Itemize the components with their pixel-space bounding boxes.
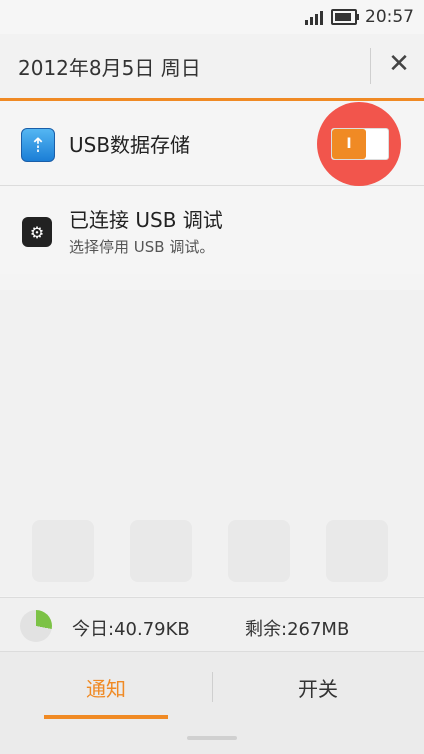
close-button[interactable]: ✕	[384, 44, 414, 84]
data-usage-pie	[20, 610, 52, 642]
background-ghost-icon	[130, 520, 192, 582]
usb-debug-title: 已连接 USB 调试	[69, 208, 223, 232]
drag-handle[interactable]	[187, 736, 237, 740]
status-bar: 20:57	[0, 0, 424, 34]
background-ghost-icon	[228, 520, 290, 582]
toggle-knob: I	[332, 129, 366, 159]
usb-storage-item[interactable]: ⇡ USB数据存储 I	[0, 101, 424, 186]
data-usage-row: 今日:40.79KB 剩余:267MB	[0, 597, 424, 652]
tab-switches[interactable]: 开关	[212, 652, 424, 722]
status-time: 20:57	[365, 7, 414, 27]
header-divider	[370, 48, 371, 84]
signal-icon	[305, 9, 323, 25]
bottom-tabs: 通知 开关	[0, 651, 424, 754]
usb-debug-subtitle: 选择停用 USB 调试。	[69, 238, 215, 256]
background-ghost-icon	[32, 520, 94, 582]
usb-icon: ⇡	[21, 128, 55, 162]
android-debug-icon: ⚙	[22, 217, 52, 247]
usb-debug-item[interactable]: ⚙ 已连接 USB 调试 选择停用 USB 调试。	[0, 186, 424, 274]
background-area	[0, 290, 424, 596]
remaining-data: 剩余:267MB	[245, 619, 350, 640]
today-usage: 今日:40.79KB	[72, 619, 190, 640]
close-icon: ✕	[388, 49, 410, 79]
usb-storage-toggle[interactable]: I	[331, 128, 389, 160]
battery-icon	[331, 9, 359, 25]
tab-notifications[interactable]: 通知	[0, 652, 212, 722]
notification-list: ⇡ USB数据存储 I ⚙ 已连接 USB 调试 选择停用 USB 调试。	[0, 101, 424, 274]
background-ghost-icon	[326, 520, 388, 582]
date-label: 2012年8月5日 周日	[18, 56, 201, 80]
usb-storage-label: USB数据存储	[69, 133, 191, 157]
toggle-highlight: I	[317, 102, 401, 186]
active-tab-indicator	[44, 715, 168, 719]
notification-header: 2012年8月5日 周日 ✕	[0, 34, 424, 101]
status-right: 20:57	[305, 7, 414, 27]
